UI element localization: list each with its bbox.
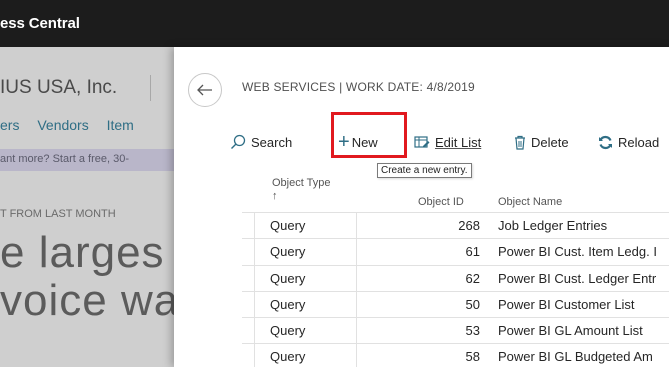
search-label: Search <box>251 134 293 150</box>
company-name: IUS USA, Inc. <box>0 77 118 98</box>
headline-line-1: e larges <box>0 228 165 277</box>
cell-object-name[interactable]: Power BI GL Budgeted Am <box>498 349 653 364</box>
trial-banner-text: ant more? Start a free, 30- <box>0 153 130 165</box>
cell-object-name[interactable]: Power BI GL Amount List <box>498 323 643 338</box>
cell-object-name[interactable]: Power BI Cust. Item Ledg. I <box>498 244 657 259</box>
edit-list-label: Edit List <box>435 134 482 150</box>
nav-link-items[interactable]: Item <box>107 117 134 133</box>
column-header-object-type[interactable]: Object Type ↑ <box>272 177 331 203</box>
cell-object-id[interactable]: 62 <box>442 271 480 286</box>
reload-button[interactable]: Reload <box>598 131 659 153</box>
cell-object-name[interactable]: Job Ledger Entries <box>498 218 607 233</box>
column-header-object-id[interactable]: Object ID <box>418 196 464 208</box>
delete-button[interactable]: Delete <box>514 131 569 153</box>
back-button[interactable] <box>188 73 222 107</box>
headline-line-2: voice wa <box>0 276 174 325</box>
background-page: IUS USA, Inc. ers Vendors Item ant more?… <box>0 47 174 367</box>
cell-object-type[interactable]: Query <box>270 349 305 364</box>
app-header: ess Central <box>0 0 669 47</box>
delete-label: Delete <box>531 134 569 150</box>
table-row[interactable]: Query 268 Job Ledger Entries <box>242 212 669 238</box>
cell-object-id[interactable]: 53 <box>442 323 480 338</box>
search-icon <box>230 134 246 150</box>
table-row[interactable]: Query 62 Power BI Cust. Ledger Entr <box>242 264 669 291</box>
column-header-object-type-label: Object Type <box>272 177 331 189</box>
table-row[interactable]: Query 61 Power BI Cust. Item Ledg. I <box>242 238 669 264</box>
edit-list-button[interactable]: Edit List <box>414 131 481 153</box>
new-button-tooltip: Create a new entry. <box>377 163 472 178</box>
trash-icon <box>514 135 526 150</box>
back-arrow-icon <box>197 80 213 101</box>
search-button[interactable]: Search <box>230 131 292 153</box>
page-title: WEB SERVICES | WORK DATE: 4/8/2019 <box>242 80 475 94</box>
table-row[interactable]: Query 50 Power BI Customer List <box>242 290 669 317</box>
cell-object-type[interactable]: Query <box>270 271 305 286</box>
cell-object-type[interactable]: Query <box>270 244 305 259</box>
new-button-highlight <box>331 112 407 158</box>
cell-object-type[interactable]: Query <box>270 218 305 233</box>
kpi-label: T FROM LAST MONTH <box>0 208 116 220</box>
cell-object-type[interactable]: Query <box>270 297 305 312</box>
reload-icon <box>598 135 613 150</box>
reload-label: Reload <box>618 134 660 150</box>
cell-object-id[interactable]: 58 <box>442 349 480 364</box>
trial-banner: ant more? Start a free, 30- <box>0 149 174 171</box>
web-services-panel: WEB SERVICES | WORK DATE: 4/8/2019 Searc… <box>174 47 669 367</box>
nav-link-vendors[interactable]: Vendors <box>37 117 88 133</box>
nav-link-customers[interactable]: ers <box>0 117 19 133</box>
app-title: ess Central <box>0 15 80 32</box>
cell-object-id[interactable]: 50 <box>442 297 480 312</box>
cell-object-type[interactable]: Query <box>270 323 305 338</box>
edit-list-icon <box>414 135 430 149</box>
action-bar: Search + New Edit List Delete Reload <box>228 122 669 162</box>
column-header-object-name[interactable]: Object Name <box>498 196 562 208</box>
grid-rows: Query 268 Job Ledger Entries Query 61 Po… <box>242 212 669 367</box>
table-row[interactable]: Query 58 Power BI GL Budgeted Am <box>242 343 669 367</box>
cell-object-name[interactable]: Power BI Cust. Ledger Entr <box>498 271 656 286</box>
divider <box>150 75 151 101</box>
sort-ascending-icon: ↑ <box>272 190 278 202</box>
cell-object-name[interactable]: Power BI Customer List <box>498 297 635 312</box>
cell-object-id[interactable]: 268 <box>442 218 480 233</box>
table-row[interactable]: Query 53 Power BI GL Amount List <box>242 317 669 343</box>
role-center-nav: ers Vendors Item <box>0 117 148 133</box>
cell-object-id[interactable]: 61 <box>442 244 480 259</box>
